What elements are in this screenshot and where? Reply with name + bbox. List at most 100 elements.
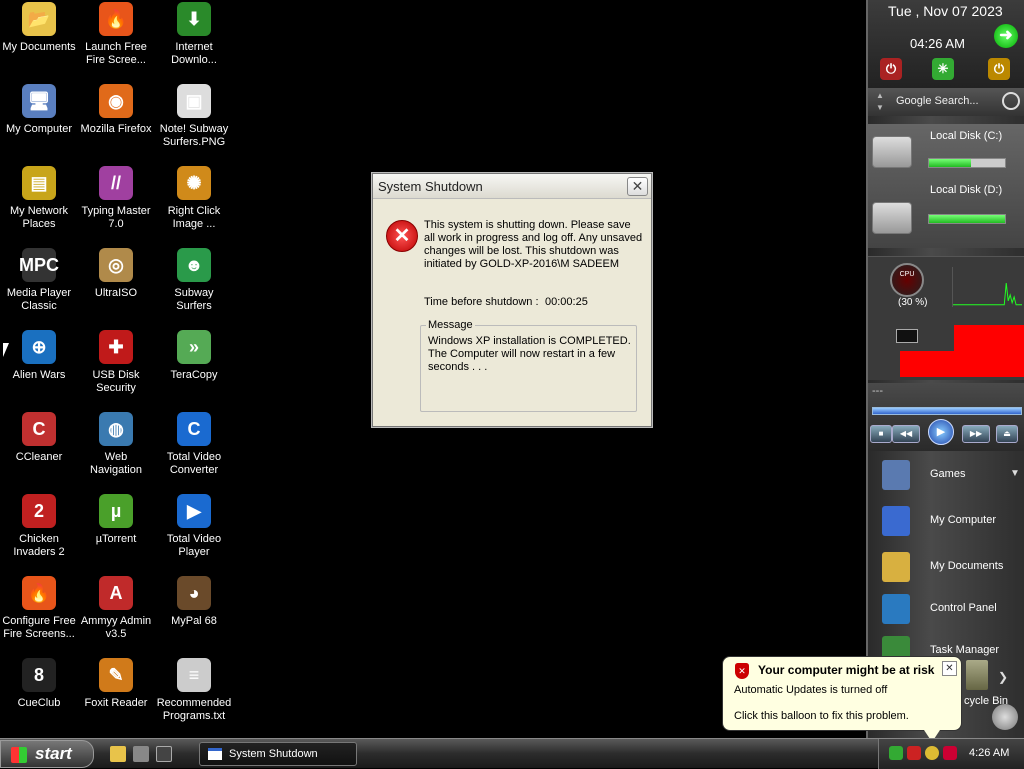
app-icon: 🖥 xyxy=(22,84,56,118)
cpu-gauge-icon: CPU xyxy=(890,263,924,297)
app-icon: » xyxy=(177,330,211,364)
fast-forward-icon[interactable]: ▶▶ xyxy=(962,425,990,443)
drive-c-icon xyxy=(872,136,912,168)
memory-bar-2 xyxy=(900,351,1024,377)
desktop-icon-label: Total Video Converter xyxy=(166,451,222,476)
desktop-icon[interactable]: C Total Video Converter xyxy=(155,412,233,477)
speaker-icon[interactable] xyxy=(992,704,1018,730)
app-icon: ✺ xyxy=(177,166,211,200)
launcher-item[interactable]: Games ▼ xyxy=(868,456,1024,496)
stop-icon[interactable]: ■ xyxy=(870,425,892,443)
desktop-icon[interactable]: 2 Chicken Invaders 2 xyxy=(0,494,78,559)
app-icon: A xyxy=(99,576,133,610)
desktop-icon[interactable]: 🔥 Launch Free Fire Scree... xyxy=(77,2,155,67)
network-tray-icon[interactable] xyxy=(889,746,903,760)
taskbar: start System Shutdown 4:26 AM xyxy=(0,738,1024,769)
dialog-titlebar[interactable]: System Shutdown ✕ xyxy=(373,174,651,199)
desktop-icon[interactable]: ▶ Total Video Player xyxy=(155,494,233,559)
messenger-tray-icon[interactable] xyxy=(925,746,939,760)
windows-flag-icon xyxy=(11,747,27,763)
desktop-icon-label: Recommended Programs.txt xyxy=(156,697,232,722)
desktop-icon-label: Alien Wars xyxy=(12,369,66,381)
shield-tray-icon[interactable] xyxy=(943,746,957,760)
desktop-icon[interactable]: ◉ Mozilla Firefox xyxy=(77,84,155,136)
eject-icon[interactable]: ⏏ xyxy=(996,425,1018,443)
search-input[interactable]: Google Search... xyxy=(896,95,979,107)
chevron-down-icon[interactable]: ▼ xyxy=(1010,468,1020,479)
desktop-icon[interactable]: ≡ Recommended Programs.txt xyxy=(155,658,233,723)
taskbar-item-label: System Shutdown xyxy=(229,748,318,760)
desktop-icon[interactable]: 8 CueClub xyxy=(0,658,78,710)
quicklaunch-mpc-icon[interactable] xyxy=(156,746,172,762)
launcher-item[interactable]: My Computer xyxy=(868,502,1024,542)
desktop-icon[interactable]: MPC Media Player Classic xyxy=(0,248,78,313)
close-icon[interactable]: ✕ xyxy=(627,177,648,196)
power-off-icon[interactable]: ⏻ xyxy=(880,58,902,80)
desktop-icon[interactable]: 🔥 Configure Free Fire Screens... xyxy=(0,576,78,641)
launcher-item[interactable]: Control Panel xyxy=(868,590,1024,630)
desktop-icon[interactable]: ✎ Foxit Reader xyxy=(77,658,155,710)
desktop-icon[interactable]: ◎ UltraISO xyxy=(77,248,155,300)
cpu-percent: (30 %) xyxy=(898,297,928,308)
desktop-icon[interactable]: ⊕ Alien Wars xyxy=(0,330,78,382)
desktop-icon-label: Mozilla Firefox xyxy=(80,123,152,135)
logoff-icon[interactable]: ⏻ xyxy=(988,58,1010,80)
quicklaunch-tool-icon[interactable] xyxy=(133,746,149,762)
security-tray-icon[interactable] xyxy=(907,746,921,760)
play-icon[interactable]: ▶ xyxy=(928,419,954,445)
desktop-icon[interactable]: ✚ USB Disk Security xyxy=(77,330,155,395)
balloon-line-2: Click this balloon to fix this problem. xyxy=(734,710,909,722)
desktop-icon[interactable]: ◕ MyPal 68 xyxy=(155,576,233,628)
launcher-item-icon xyxy=(882,460,910,490)
desktop-icon[interactable]: A Ammyy Admin v3.5 xyxy=(77,576,155,641)
desktop-icon[interactable]: ☻ Subway Surfers xyxy=(155,248,233,313)
desktop-icon-label: Launch Free Fire Scree... xyxy=(85,41,147,66)
desktop-icon[interactable]: ▣ Note! Subway Surfers.PNG xyxy=(155,84,233,149)
search-icon[interactable] xyxy=(1002,92,1020,110)
desktop-icon-label: My Documents xyxy=(2,41,76,53)
taskbar-item-system-shutdown[interactable]: System Shutdown xyxy=(199,742,357,766)
desktop-icon[interactable]: ✺ Right Click Image ... xyxy=(155,166,233,231)
disk-gadget: Local Disk (C:) Local Disk (D:) xyxy=(868,124,1024,248)
desktop-icon[interactable]: ◍ Web Navigation xyxy=(77,412,155,477)
desktop-icon[interactable]: C CCleaner xyxy=(0,412,78,464)
memory-bar-1 xyxy=(954,325,1024,351)
rewind-icon[interactable]: ◀◀ xyxy=(892,425,920,443)
desktop-icon[interactable]: » TeraCopy xyxy=(155,330,233,382)
message-group-label: Message xyxy=(426,319,475,331)
media-player-gadget: --- ■ ◀◀ ▶ ▶▶ ⏏ xyxy=(868,383,1024,451)
desktop-icon[interactable]: µ µTorrent xyxy=(77,494,155,546)
drive-d-icon xyxy=(872,202,912,234)
chevron-right-icon[interactable]: ❯ xyxy=(998,670,1008,684)
balloon-line-1: Automatic Updates is turned off xyxy=(734,684,888,696)
app-icon: C xyxy=(22,412,56,446)
launcher-item[interactable]: My Documents xyxy=(868,548,1024,588)
app-icon: 🔥 xyxy=(22,576,56,610)
security-balloon[interactable]: ✕ Your computer might be at risk ✕ Autom… xyxy=(722,656,962,731)
desktop-icon-label: Internet Downlo... xyxy=(171,41,217,66)
search-arrows-icon[interactable]: ▲ ▼ xyxy=(876,90,884,114)
desktop-icon[interactable]: ▤ My Network Places xyxy=(0,166,78,231)
tray-clock[interactable]: 4:26 AM xyxy=(969,747,1009,759)
desktop-icon-label: Chicken Invaders 2 xyxy=(13,533,65,558)
launcher-item-icon xyxy=(882,594,910,624)
desktop-icon-label: Total Video Player xyxy=(166,533,222,558)
restart-icon[interactable]: ✳ xyxy=(932,58,954,80)
balloon-close-icon[interactable]: ✕ xyxy=(942,661,957,676)
sidebar-gadgets: Tue , Nov 07 2023 04:26 AM ➜ ⏻ ✳ ⏻ ▲ ▼ Go… xyxy=(866,0,1024,738)
app-icon: µ xyxy=(99,494,133,528)
desktop-icon[interactable]: ⬇ Internet Downlo... xyxy=(155,2,233,67)
app-icon: 🔥 xyxy=(99,2,133,36)
desktop-icon[interactable]: 📂 My Documents xyxy=(0,2,78,54)
desktop-icon-label: USB Disk Security xyxy=(92,369,140,394)
media-progress-bar[interactable] xyxy=(872,407,1022,415)
app-icon: ◎ xyxy=(99,248,133,282)
desktop-icon-label: Foxit Reader xyxy=(84,697,148,709)
desktop-icon[interactable]: 🖥 My Computer xyxy=(0,84,78,136)
start-button[interactable]: start xyxy=(0,740,94,768)
go-arrow-icon[interactable]: ➜ xyxy=(994,24,1018,48)
recycle-bin-icon[interactable] xyxy=(966,660,988,690)
desktop-icon[interactable]: // Typing Master 7.0 xyxy=(77,166,155,231)
memory-chip-icon xyxy=(896,329,918,343)
quicklaunch-folder-icon[interactable] xyxy=(110,746,126,762)
